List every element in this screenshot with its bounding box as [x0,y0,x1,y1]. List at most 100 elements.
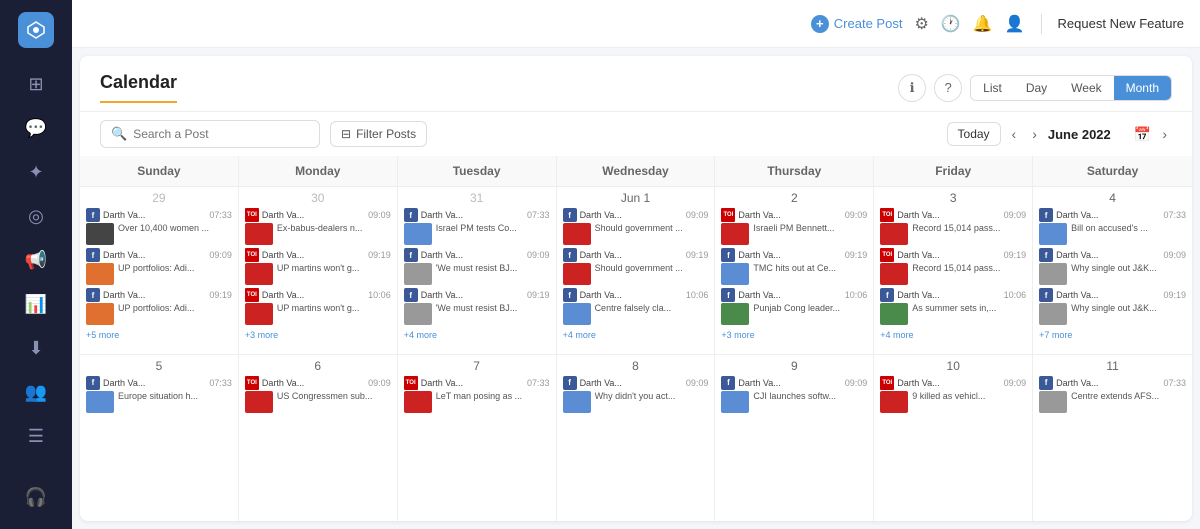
post-item[interactable]: TOIDarth Va...09:09 [245,208,391,222]
post-headline: UP martins won't g... [277,263,360,275]
post-thumbnail-row[interactable]: LeT man posing as ... [404,391,550,413]
post-thumbnail-row[interactable]: Punjab Cong leader... [721,303,867,325]
post-thumbnail-row[interactable]: As summer sets in,... [880,303,1026,325]
post-item[interactable]: fDarth Va...10:06 [721,288,867,302]
more-posts-link[interactable]: +4 more [880,330,1026,340]
post-thumbnail-row[interactable]: Should government ... [563,263,709,285]
post-time: 09:09 [845,210,868,220]
post-thumbnail-row[interactable]: Israel PM tests Co... [404,223,550,245]
post-thumbnail-row[interactable]: 'We must resist BJ... [404,263,550,285]
post-item[interactable]: fDarth Va...09:09 [86,248,232,262]
monitor-icon[interactable]: ◎ [16,196,56,236]
post-item[interactable]: fDarth Va...07:33 [86,208,232,222]
post-thumbnail-row[interactable]: US Congressmen sub... [245,391,391,413]
create-post-button[interactable]: + Create Post [811,15,903,33]
prev-month-button[interactable]: ‹ [1007,124,1022,144]
chat-icon[interactable]: 💬 [16,108,56,148]
post-item[interactable]: fDarth Va...10:06 [563,288,709,302]
today-button[interactable]: Today [947,122,1001,146]
more-posts-link[interactable]: +5 more [86,330,232,340]
post-thumbnail-row[interactable]: Over 10,400 women ... [86,223,232,245]
post-item[interactable]: TOIDarth Va...09:09 [880,208,1026,222]
post-user: Darth Va... [1056,290,1160,300]
search-input[interactable] [133,127,309,141]
calendar-picker-icon[interactable]: 📅 [1134,126,1151,143]
more-posts-link[interactable]: +4 more [563,330,709,340]
post-thumbnail-row[interactable]: Bill on accused's ... [1039,223,1186,245]
view-tabs: List Day Week Month [970,75,1172,101]
post-headline: TMC hits out at Ce... [753,263,836,275]
more-posts-link[interactable]: +4 more [404,330,550,340]
chart-icon[interactable]: 📊 [16,284,56,324]
megaphone-icon[interactable]: 📢 [16,240,56,280]
post-item[interactable]: TOIDarth Va...09:19 [245,248,391,262]
download-icon[interactable]: ⬇ [16,328,56,368]
post-thumbnail-row[interactable]: UP portfolios: Adi... [86,263,232,285]
post-thumbnail-row[interactable]: UP martins won't g... [245,263,391,285]
post-thumbnail-row[interactable]: Why single out J&K... [1039,263,1186,285]
more-posts-link[interactable]: +3 more [245,330,391,340]
post-thumbnail-row[interactable]: CJI launches softw... [721,391,867,413]
app-logo[interactable] [18,12,54,48]
tab-week[interactable]: Week [1059,76,1113,100]
post-thumbnail-row[interactable]: TMC hits out at Ce... [721,263,867,285]
post-thumbnail-row[interactable]: Ex-babus-dealers n... [245,223,391,245]
user-icon[interactable]: 👤 [1005,14,1025,34]
more-posts-link[interactable]: +7 more [1039,330,1186,340]
dashboard-icon[interactable]: ⊞ [16,64,56,104]
info-button[interactable]: ℹ [898,74,926,102]
post-item[interactable]: fDarth Va...09:19 [1039,288,1186,302]
post-item[interactable]: fDarth Va...09:09 [404,248,550,262]
post-thumbnail-row[interactable]: Centre falsely cla... [563,303,709,325]
post-thumbnail-row[interactable]: Europe situation h... [86,391,232,413]
post-thumbnail-row[interactable]: Israeli PM Bennett... [721,223,867,245]
post-item[interactable]: fDarth Va...09:19 [86,288,232,302]
forward-button[interactable]: › [1157,124,1172,144]
day-cell: 4fDarth Va...07:33Bill on accused's ...f… [1033,187,1192,354]
post-thumbnail-row[interactable]: Record 15,014 pass... [880,223,1026,245]
request-feature-button[interactable]: Request New Feature [1058,16,1184,31]
clock-icon[interactable]: 🕐 [941,14,961,34]
post-item[interactable]: TOIDarth Va...09:09 [721,208,867,222]
post-thumbnail [880,263,908,285]
help-button[interactable]: ? [934,74,962,102]
settings-icon[interactable]: ⚙ [914,14,928,34]
post-item[interactable]: fDarth Va...09:09 [1039,248,1186,262]
post-thumbnail-row[interactable]: Record 15,014 pass... [880,263,1026,285]
post-item[interactable]: TOIDarth Va...09:09 [880,376,1026,390]
list-icon[interactable]: ☰ [16,416,56,456]
post-item[interactable]: TOIDarth Va...09:09 [245,376,391,390]
bell-icon[interactable]: 🔔 [973,14,993,34]
post-item[interactable]: fDarth Va...09:19 [404,288,550,302]
more-posts-link[interactable]: +3 more [721,330,867,340]
post-item[interactable]: TOIDarth Va...10:06 [245,288,391,302]
analytics-icon[interactable]: ✦ [16,152,56,192]
support-icon[interactable]: 🎧 [16,477,56,517]
post-item[interactable]: TOIDarth Va...07:33 [404,376,550,390]
post-item[interactable]: fDarth Va...09:09 [563,208,709,222]
post-thumbnail-row[interactable]: Why single out J&K... [1039,303,1186,325]
next-month-button[interactable]: › [1027,124,1042,144]
post-thumbnail-row[interactable]: 'We must resist BJ... [404,303,550,325]
post-item[interactable]: fDarth Va...09:09 [721,376,867,390]
post-item[interactable]: fDarth Va...10:06 [880,288,1026,302]
post-thumbnail-row[interactable]: UP martins won't g... [245,303,391,325]
post-item[interactable]: fDarth Va...07:33 [1039,376,1186,390]
post-item[interactable]: fDarth Va...09:19 [563,248,709,262]
post-thumbnail-row[interactable]: Should government ... [563,223,709,245]
tab-month[interactable]: Month [1114,76,1171,100]
post-item[interactable]: fDarth Va...07:33 [1039,208,1186,222]
post-item[interactable]: fDarth Va...07:33 [404,208,550,222]
post-item[interactable]: fDarth Va...09:09 [563,376,709,390]
post-thumbnail-row[interactable]: Why didn't you act... [563,391,709,413]
post-thumbnail-row[interactable]: 9 killed as vehicl... [880,391,1026,413]
tab-day[interactable]: Day [1014,76,1059,100]
post-thumbnail-row[interactable]: Centre extends AFS... [1039,391,1186,413]
post-item[interactable]: TOIDarth Va...09:19 [880,248,1026,262]
tab-list[interactable]: List [971,76,1014,100]
post-item[interactable]: fDarth Va...09:19 [721,248,867,262]
post-item[interactable]: fDarth Va...07:33 [86,376,232,390]
post-thumbnail-row[interactable]: UP portfolios: Adi... [86,303,232,325]
people-icon[interactable]: 👥 [16,372,56,412]
filter-button[interactable]: ⊟ Filter Posts [330,121,427,147]
